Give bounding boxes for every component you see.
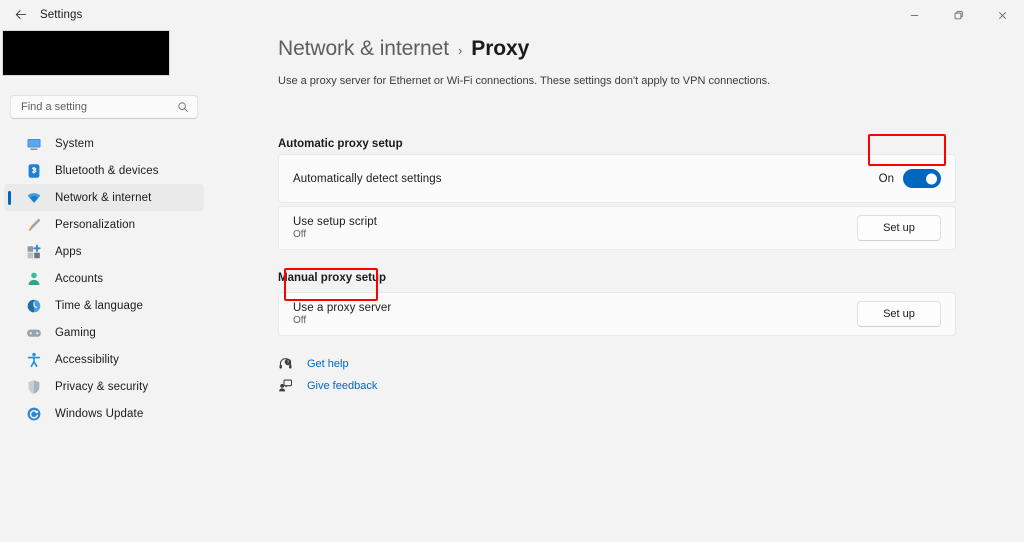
section-title-automatic: Automatic proxy setup [278,138,403,150]
give-feedback-label: Give feedback [307,379,378,392]
row-use-setup-script[interactable]: Use setup script Off Set up [278,206,956,250]
paintbrush-icon [28,218,41,231]
sidebar-item-network-internet[interactable]: Network & internet [4,184,204,211]
clock-globe-icon [27,299,41,312]
accessibility-person-icon [27,352,41,367]
settings-window: Settings Find a setting System Bluetooth… [0,0,1024,542]
apps-grid-icon [27,244,41,258]
sidebar-item-label: Privacy & security [55,380,149,393]
row-automatically-detect-settings[interactable]: Automatically detect settings On [278,154,956,203]
row-texts: Automatically detect settings [293,173,879,185]
svg-text:?: ? [287,360,290,365]
close-button[interactable] [980,0,1024,30]
sidebar-item-label: Bluetooth & devices [55,164,159,177]
back-arrow-icon [15,10,27,19]
maximize-restore-button[interactable] [936,0,980,30]
sidebar-item-label: Apps [55,245,82,258]
sidebar-item-label: Windows Update [55,407,144,420]
close-icon [998,11,1006,19]
sidebar-item-label: Time & language [55,299,144,312]
sidebar-item-time-language[interactable]: Time & language [4,292,204,319]
get-help-label: Get help [307,357,349,370]
auto-detect-toggle[interactable] [903,169,941,188]
give-feedback-link[interactable]: Give feedback [278,378,377,393]
minimize-button[interactable] [892,0,936,30]
page-title: Proxy [471,37,530,60]
sidebar-item-personalization[interactable]: Personalization [4,211,204,238]
sidebar-item-label: Network & internet [55,191,152,204]
sidebar-item-accessibility[interactable]: Accessibility [4,346,204,373]
breadcrumb-parent-link[interactable]: Network & internet [278,37,449,61]
feedback-person-icon [279,379,293,392]
row-title: Automatically detect settings [293,172,442,185]
row-use-a-proxy-server[interactable]: Use a proxy server Off Set up [278,292,956,336]
page-description: Use a proxy server for Ethernet or Wi-Fi… [278,75,771,87]
help-headset-icon: ? [279,358,292,369]
toggle-state-label: On [878,172,894,185]
toggle-knob [926,173,937,184]
breadcrumb: Network & internet › Proxy [278,37,529,61]
bluetooth-icon [28,163,40,178]
search-input[interactable] [21,101,177,113]
sidebar-item-accounts[interactable]: Accounts [4,265,204,292]
search-box[interactable] [10,95,198,119]
sidebar-item-windows-update[interactable]: Windows Update [4,400,204,427]
monitor-icon [27,138,41,150]
sidebar-item-label: Accessibility [55,353,119,366]
sidebar-item-label: Gaming [55,326,96,339]
sidebar-item-system[interactable]: System [4,130,204,157]
wifi-icon [27,192,41,203]
section-title-manual: Manual proxy setup [278,272,386,284]
person-icon [28,272,40,285]
get-help-link[interactable]: ? Get help [278,356,349,371]
sidebar-item-privacy-security[interactable]: Privacy & security [4,373,204,400]
gamepad-icon [27,329,41,337]
update-refresh-icon [27,407,41,420]
back-button[interactable] [6,2,36,28]
breadcrumb-separator-icon: › [457,43,463,58]
sidebar-item-label: System [55,137,94,150]
user-profile-redacted [2,30,170,76]
sidebar-nav: System Bluetooth & devices Network & int… [4,130,204,427]
sidebar-item-label: Personalization [55,218,136,231]
window-controls [892,0,1024,30]
row-subtitle: Off [293,315,307,326]
sidebar-item-label: Accounts [55,272,104,285]
window-title: Settings [40,9,83,21]
title-bar: Settings [0,0,1024,30]
proxy-server-set-up-button[interactable]: Set up [857,301,941,327]
row-texts: Use a proxy server Off [293,302,857,326]
sidebar-item-gaming[interactable]: Gaming [4,319,204,346]
row-texts: Use setup script Off [293,216,857,240]
restore-icon [954,10,963,19]
row-subtitle: Off [293,229,307,240]
minimize-icon [910,14,918,16]
row-title: Use a proxy server [293,302,392,314]
setup-script-set-up-button[interactable]: Set up [857,215,941,241]
sidebar: System Bluetooth & devices Network & int… [0,30,210,542]
shield-icon [28,379,40,394]
search-container [10,95,198,119]
main-content: Network & internet › Proxy Use a proxy s… [210,30,1024,542]
toggle-group: On [879,169,941,188]
row-title: Use setup script [293,216,378,228]
sidebar-item-bluetooth-devices[interactable]: Bluetooth & devices [4,157,204,184]
search-icon [178,102,188,112]
sidebar-item-apps[interactable]: Apps [4,238,204,265]
